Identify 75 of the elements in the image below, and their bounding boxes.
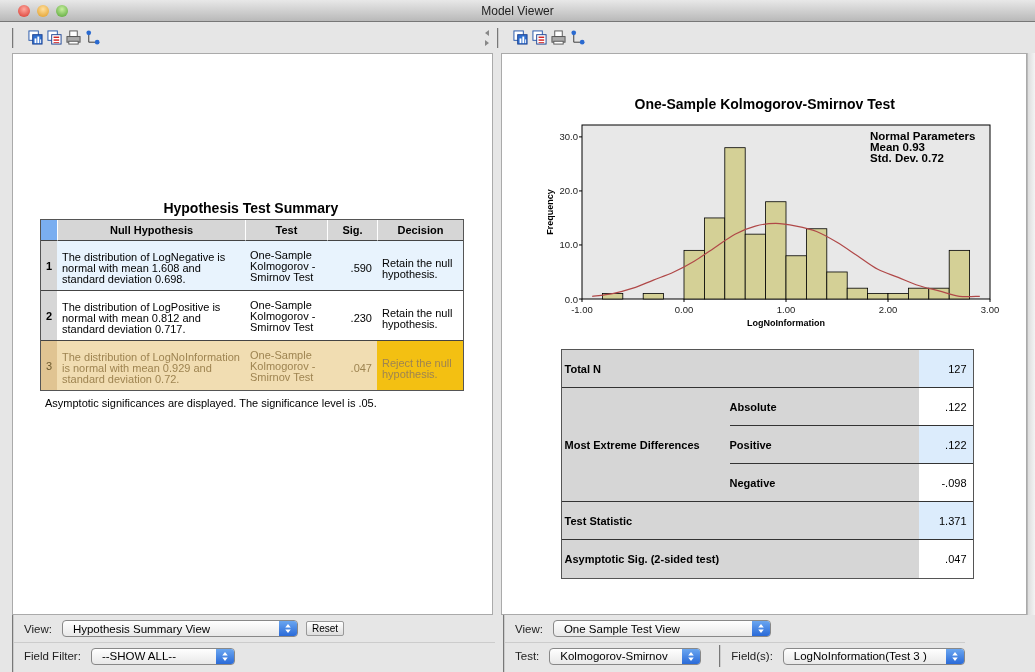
y-tick-label: 20.0 xyxy=(559,185,578,197)
row-number[interactable]: 2 xyxy=(41,291,57,341)
row-number[interactable]: 1 xyxy=(41,241,57,291)
reset-button[interactable]: Reset xyxy=(305,621,345,636)
table-icon[interactable] xyxy=(532,30,547,45)
column-header: Sig. xyxy=(327,220,377,241)
corner-cell xyxy=(41,220,57,241)
x-axis-label: LogNoInformation xyxy=(746,318,825,328)
table-cell: 1.371 xyxy=(918,502,973,540)
close-button[interactable] xyxy=(18,4,30,17)
table-cell: The distribution of LogNoInformation is normal with mean 0.929 and standard deviation 0.72. xyxy=(57,341,245,390)
row-label: Asymptotic Sig. (2-sided test) xyxy=(563,552,721,567)
row-label: Negative xyxy=(729,464,919,502)
table-title: Hypothesis Test Summary xyxy=(162,200,340,216)
table-cell: One-Sample Kolmogorov -Smirnov Test xyxy=(245,241,327,291)
chart-icon[interactable] xyxy=(513,30,528,45)
legend-text: Mean 0.93 xyxy=(869,141,925,153)
x-tick-label: 1.00 xyxy=(776,304,795,315)
print-icon[interactable] xyxy=(551,30,566,45)
y-tick-label: 0.0 xyxy=(564,293,578,305)
test-label: Test: xyxy=(515,650,540,662)
row-label: Total N xyxy=(561,350,919,388)
table-cell: -.098 xyxy=(918,464,973,502)
table-icon[interactable] xyxy=(47,30,62,45)
table-cell: Retain the null hypothesis. xyxy=(377,241,463,291)
stepper-icon xyxy=(278,621,297,636)
column-header: Test xyxy=(245,220,327,241)
view-dropdown[interactable]: One Sample Test View xyxy=(552,620,771,637)
row-number[interactable]: 3 xyxy=(41,341,57,390)
histogram-bar xyxy=(601,293,623,300)
x-tick-label: -1.00 xyxy=(570,304,593,315)
row-label: Positive xyxy=(729,426,919,464)
stepper-icon xyxy=(751,621,770,636)
y-tick-label: 30.0 xyxy=(559,131,578,143)
stepper-icon xyxy=(215,648,234,664)
window-title: Model Viewer xyxy=(481,3,554,18)
table-cell: .122 xyxy=(918,426,973,464)
splitter-arrows-icon[interactable] xyxy=(483,27,491,48)
tree-icon[interactable] xyxy=(85,30,100,45)
table-cell: .047 xyxy=(918,540,973,578)
x-tick-label: 0.00 xyxy=(674,304,693,315)
field-filter-dropdown[interactable]: --SHOW ALL-- xyxy=(90,647,235,665)
row-label: Absolute xyxy=(729,388,919,426)
column-header: Decision xyxy=(377,220,463,241)
test-dropdown[interactable]: Kolmogorov-Smirnov xyxy=(549,647,702,665)
y-axis-label: Frequency xyxy=(544,189,555,235)
table-cell: .122 xyxy=(918,388,973,426)
legend-text: Normal Parameters xyxy=(869,130,975,142)
table-cell: .047 xyxy=(327,341,377,390)
stepper-icon xyxy=(682,648,701,664)
table-cell: The distribution of LogNegative is normal with mean 1.608 and standard deviation 0.698. xyxy=(57,241,245,291)
stepper-icon xyxy=(945,648,964,664)
x-tick-label: 2.00 xyxy=(878,304,897,315)
table-cell: Reject the null hypothesis. xyxy=(377,341,463,390)
table-cell: .590 xyxy=(327,241,377,291)
column-header: Null Hypothesis xyxy=(57,220,245,241)
table-cell: 127 xyxy=(918,350,973,388)
row-label: Test Statistic xyxy=(561,502,919,540)
histogram-bar xyxy=(642,293,664,300)
chart-title: One-Sample Kolmogorov-Smirnov Test xyxy=(633,96,896,112)
fields-dropdown[interactable]: LogNoInformation(Test 3 ) xyxy=(782,647,965,665)
print-icon[interactable] xyxy=(66,30,81,45)
x-tick-label: 3.00 xyxy=(980,304,999,315)
view-label: View: xyxy=(24,622,52,635)
view-label: View: xyxy=(515,622,543,635)
view-dropdown[interactable]: Hypothesis Summary View xyxy=(61,620,298,637)
table-cell: One-Sample Kolmogorov -Smirnov Test xyxy=(245,341,327,390)
legend-text: Std. Dev. 0.72 xyxy=(869,152,944,164)
table-note: Asymptotic significances are displayed. The significance level is .05. xyxy=(45,397,377,409)
field-filter-label: Field Filter: xyxy=(24,650,81,662)
chart-icon[interactable] xyxy=(28,30,43,45)
row-label: Most Extreme Differences xyxy=(561,388,730,502)
fields-label: Field(s): xyxy=(731,650,773,662)
tree-icon[interactable] xyxy=(570,30,585,45)
y-tick-label: 10.0 xyxy=(559,239,578,251)
